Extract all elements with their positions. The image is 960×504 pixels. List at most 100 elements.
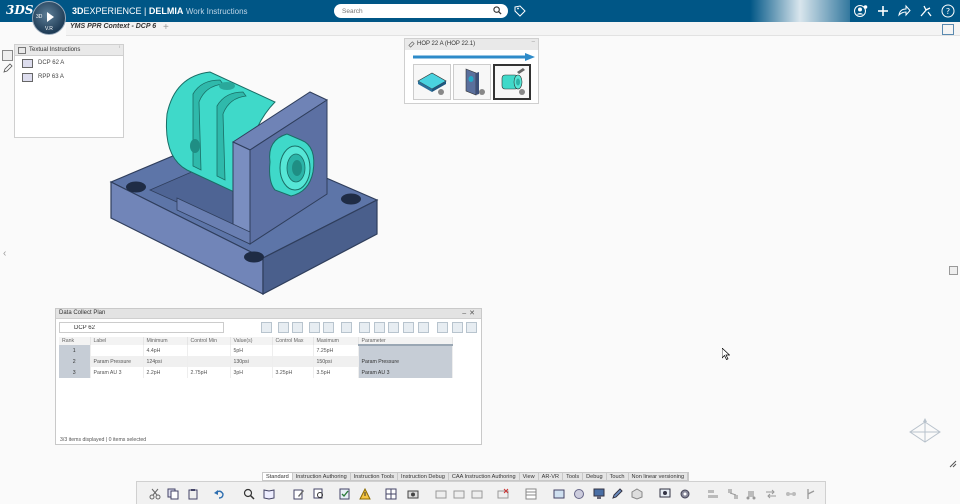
- tab-non-linear-versioning[interactable]: Non linear versioning: [629, 473, 689, 480]
- grid-icon[interactable]: [385, 488, 397, 500]
- tab-debug[interactable]: Debug: [583, 473, 607, 480]
- capture-icon-2[interactable]: [453, 488, 465, 500]
- tab-instruction-debug[interactable]: Instruction Debug: [398, 473, 449, 480]
- move-down-icon[interactable]: [466, 322, 477, 333]
- data-collect-icon: [22, 59, 33, 68]
- add-icon[interactable]: [876, 4, 890, 18]
- validate-icon[interactable]: [339, 488, 351, 500]
- action-icon-4[interactable]: [452, 322, 463, 333]
- columns-icon[interactable]: [341, 322, 352, 333]
- book-icon[interactable]: [263, 488, 275, 500]
- ds-logo[interactable]: 3DS: [6, 3, 33, 19]
- add-row-icon[interactable]: [309, 322, 320, 333]
- edit-icon[interactable]: [2, 63, 13, 74]
- table-row[interactable]: 2 Param Pressure 124psi 130psi 150psi Pa…: [59, 356, 453, 367]
- svg-text:?: ?: [946, 7, 950, 16]
- hop-panel: HOP 22 A (HOP 22.1) –: [404, 38, 539, 104]
- insert-icon[interactable]: [388, 322, 399, 333]
- transfer-icon[interactable]: [765, 488, 777, 500]
- copy-icon[interactable]: [167, 488, 179, 500]
- hop-step-thumbnail-3[interactable]: [493, 64, 531, 100]
- column-header[interactable]: Control Min: [187, 337, 231, 345]
- table-view-icon[interactable]: [525, 488, 537, 500]
- zoom-icon[interactable]: [243, 488, 255, 500]
- hop-step-thumbnail-2[interactable]: [453, 64, 491, 100]
- edit-instruction-icon[interactable]: [293, 488, 305, 500]
- tree-toggle-icon[interactable]: [2, 50, 13, 61]
- action-bar: [136, 481, 826, 504]
- action-icon-3[interactable]: [323, 322, 334, 333]
- monitor-icon[interactable]: [593, 488, 605, 500]
- settings-icon[interactable]: [679, 488, 691, 500]
- pin-icon[interactable]: ⁱ: [119, 45, 120, 52]
- inspect-icon[interactable]: [313, 488, 325, 500]
- tools-icon[interactable]: [919, 4, 933, 18]
- column-header[interactable]: Label: [90, 337, 144, 345]
- hierarchy-icon[interactable]: [727, 488, 739, 500]
- cube-icon[interactable]: [631, 488, 643, 500]
- minimize-icon[interactable]: –: [532, 39, 535, 45]
- share-icon[interactable]: [897, 4, 911, 18]
- delete-capture-icon[interactable]: [497, 488, 509, 500]
- cut-icon[interactable]: [149, 488, 161, 500]
- resize-handle-icon[interactable]: [949, 460, 957, 468]
- side-panel-toggle-icon[interactable]: [949, 266, 958, 275]
- table-row[interactable]: 3 Param AU 3 2.2pH 2.75pH 3pH 3.25pH 3.5…: [59, 367, 453, 378]
- robot-icon[interactable]: [745, 488, 757, 500]
- column-header[interactable]: Rank: [59, 337, 91, 345]
- column-header[interactable]: Parameter: [358, 337, 453, 346]
- tab-view[interactable]: View: [520, 473, 539, 480]
- bracket-thumbnail-icon: [465, 68, 485, 96]
- action-icon-1[interactable]: [278, 322, 289, 333]
- layout-icon[interactable]: [553, 488, 565, 500]
- move-up-icon[interactable]: [437, 322, 448, 333]
- tab-yms-ppr-context[interactable]: YMS PPR Context - DCP 6: [70, 23, 156, 30]
- undo-icon[interactable]: [213, 488, 225, 500]
- compass-button[interactable]: 3D V.R: [32, 1, 66, 35]
- chevron-left-icon[interactable]: ‹: [3, 248, 6, 259]
- connect-icon[interactable]: [785, 488, 797, 500]
- warning-icon[interactable]: [359, 488, 371, 500]
- column-header[interactable]: Minimum: [143, 337, 188, 345]
- align-icon[interactable]: [707, 488, 719, 500]
- capture-icon-3[interactable]: [471, 488, 483, 500]
- tab-touch[interactable]: Touch: [607, 473, 629, 480]
- remove-icon[interactable]: [403, 322, 414, 333]
- camera-icon[interactable]: [407, 488, 419, 500]
- dcp-search-input[interactable]: [59, 322, 224, 333]
- 3d-compass-icon[interactable]: [906, 418, 944, 448]
- branch-icon[interactable]: [805, 488, 817, 500]
- action-icon-2[interactable]: [292, 322, 303, 333]
- export-icon[interactable]: [374, 322, 385, 333]
- paste-icon[interactable]: [187, 488, 199, 500]
- action-bar-tabs: Standard Instruction Authoring Instructi…: [262, 472, 690, 481]
- table-row[interactable]: 1 4.4pH 5pH 7.25pH: [59, 345, 453, 356]
- add-tab-button[interactable]: +: [163, 22, 169, 33]
- tab-instruction-authoring[interactable]: Instruction Authoring: [293, 473, 351, 480]
- tab-ar-vr[interactable]: AR-VR: [539, 473, 564, 480]
- tab-instruction-tools[interactable]: Instruction Tools: [351, 473, 399, 480]
- column-header[interactable]: Maximum: [313, 337, 359, 345]
- tab-standard[interactable]: Standard: [263, 473, 293, 480]
- data-collect-plan-panel: Data Collect Plan –✕ Rank Label Minimum …: [55, 308, 482, 445]
- refresh-icon[interactable]: [261, 322, 272, 333]
- maximize-icon[interactable]: [942, 24, 954, 35]
- hop-step-thumbnail-1[interactable]: [413, 64, 451, 100]
- pencil-icon[interactable]: [611, 488, 623, 500]
- sphere-icon[interactable]: [573, 488, 585, 500]
- capture-icon-1[interactable]: [435, 488, 447, 500]
- column-header[interactable]: Value(s): [230, 337, 273, 345]
- help-icon[interactable]: ?: [941, 4, 955, 18]
- tab-tools[interactable]: Tools: [563, 473, 584, 480]
- tab-caa-instruction-authoring[interactable]: CAA Instruction Authoring: [449, 473, 520, 480]
- window-controls[interactable]: –✕: [462, 309, 478, 317]
- search-icon[interactable]: [493, 6, 502, 15]
- tag-icon[interactable]: [514, 5, 526, 17]
- filter-icon[interactable]: [359, 322, 370, 333]
- column-header[interactable]: Control Max: [272, 337, 314, 345]
- search-input[interactable]: [334, 4, 508, 18]
- user-profile-icon[interactable]: [854, 4, 868, 18]
- copy-icon[interactable]: [418, 322, 429, 333]
- screen-capture-icon[interactable]: [659, 488, 671, 500]
- 3d-part-model[interactable]: [105, 62, 390, 302]
